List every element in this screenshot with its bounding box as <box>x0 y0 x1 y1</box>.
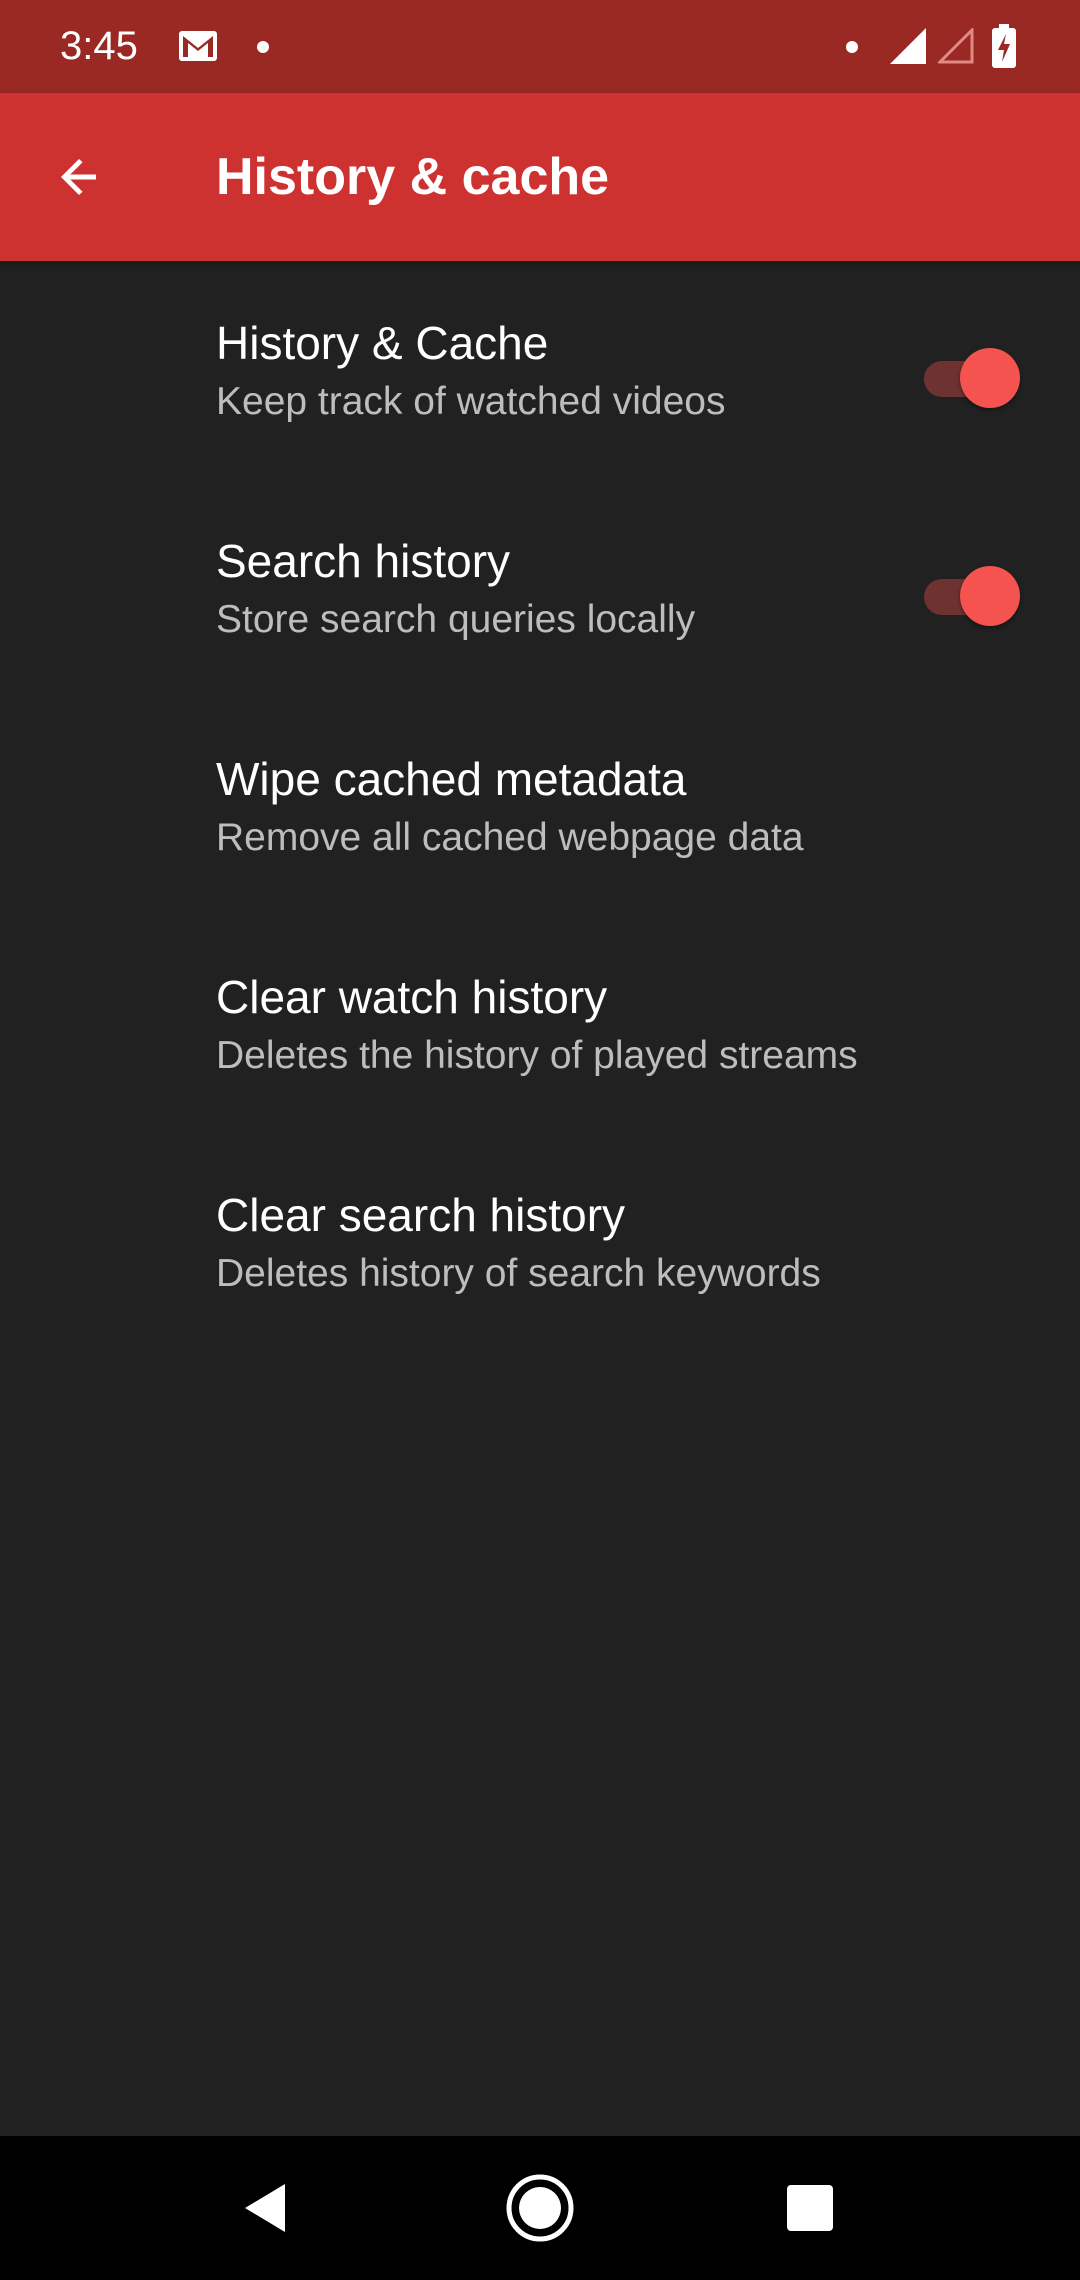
switch-thumb <box>960 348 1020 408</box>
pref-summary: Store search queries locally <box>216 598 696 641</box>
notification-dot-icon <box>257 41 269 53</box>
pref-title: Clear search history <box>216 1189 626 1241</box>
pref-summary: Keep track of watched videos <box>216 380 726 423</box>
search-history-switch[interactable] <box>924 566 1024 628</box>
nav-back-button[interactable] <box>215 2158 315 2258</box>
home-circle-icon <box>506 2174 574 2242</box>
nav-home-button[interactable] <box>490 2158 590 2258</box>
pref-clear-watch-history[interactable]: Clear watch history Deletes the history … <box>0 915 1080 1133</box>
gmail-icon <box>179 31 217 61</box>
back-triangle-icon <box>245 2184 285 2232</box>
battery-charging-icon <box>992 24 1016 68</box>
settings-list: History & Cache Keep track of watched vi… <box>0 261 1080 1351</box>
pref-summary: Deletes history of search keywords <box>216 1252 821 1295</box>
notification-dot-icon <box>846 41 858 53</box>
status-time: 3:45 <box>60 24 138 68</box>
recents-square-icon <box>787 2185 833 2231</box>
switch-thumb <box>960 566 1020 626</box>
cell-signal-icon <box>890 28 926 64</box>
pref-history-cache[interactable]: History & Cache Keep track of watched vi… <box>0 261 1080 479</box>
app-bar: History & cache <box>0 93 1080 261</box>
history-cache-switch[interactable] <box>924 348 1024 410</box>
pref-title: Wipe cached metadata <box>216 753 687 805</box>
nav-bar <box>0 2136 1080 2280</box>
pref-title: Clear watch history <box>216 971 608 1023</box>
pref-summary: Remove all cached webpage data <box>216 816 804 859</box>
pref-wipe-cached-metadata[interactable]: Wipe cached metadata Remove all cached w… <box>0 697 1080 915</box>
back-button[interactable] <box>36 133 124 221</box>
status-bar: 3:45 <box>0 0 1080 93</box>
pref-title: Search history <box>216 535 511 587</box>
pref-title: History & Cache <box>216 317 549 369</box>
pref-summary: Deletes the history of played streams <box>216 1034 858 1077</box>
pref-clear-search-history[interactable]: Clear search history Deletes history of … <box>0 1133 1080 1351</box>
page-title: History & cache <box>216 148 610 206</box>
pref-search-history[interactable]: Search history Store search queries loca… <box>0 479 1080 697</box>
nav-recents-button[interactable] <box>760 2158 860 2258</box>
arrow-back-icon <box>61 159 96 195</box>
cell-signal-empty-icon <box>938 28 974 64</box>
